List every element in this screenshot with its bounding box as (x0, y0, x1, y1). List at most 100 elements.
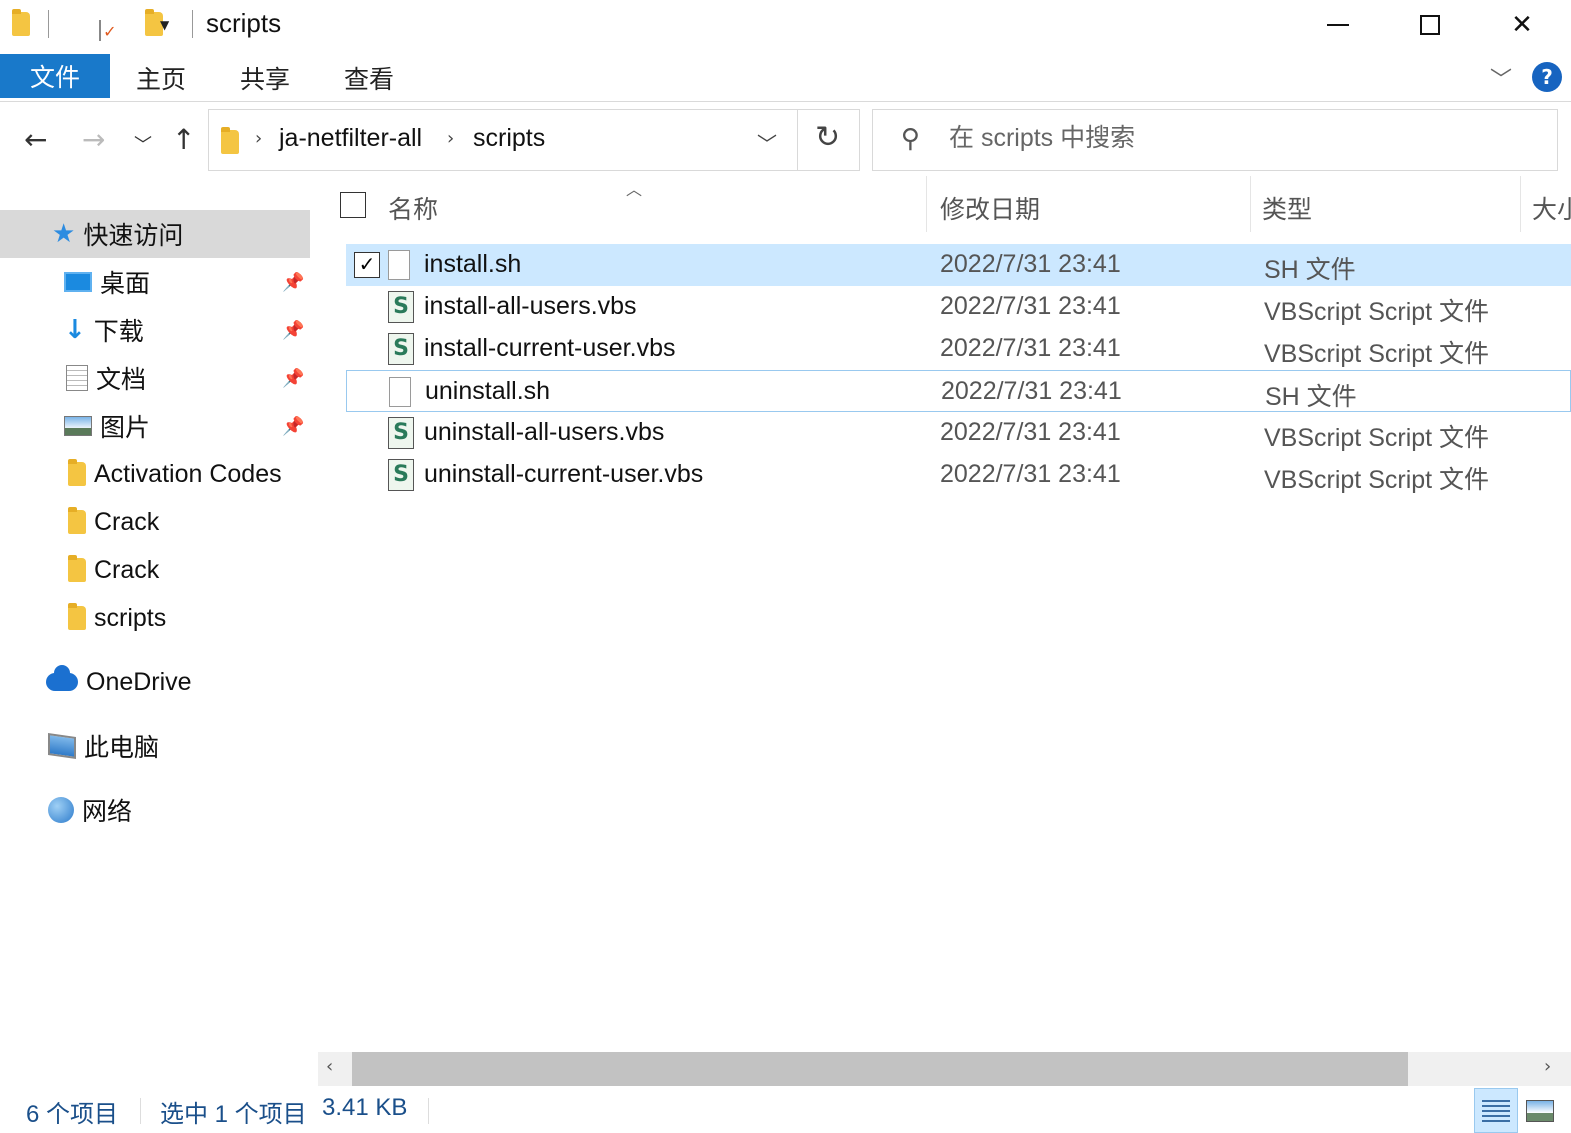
file-name: install-current-user.vbs (424, 334, 676, 362)
address-history-dropdown-icon[interactable]: ﹀ (757, 128, 777, 157)
table-row[interactable]: ✓ install.sh 2022/7/31 23:41 SH 文件 (346, 244, 1571, 286)
star-icon: ★ (52, 219, 76, 249)
column-header-type[interactable]: 类型 (1262, 190, 1312, 226)
navigation-pane: ★ 快速访问 桌面 📌 ↓ 下载 📌 文档 📌 图片 📌 Activation … (0, 176, 314, 1056)
help-button[interactable]: ? (1532, 62, 1562, 92)
search-box[interactable]: ⚲ (872, 109, 1558, 171)
table-row[interactable]: uninstall.sh 2022/7/31 23:41 SH 文件 (346, 370, 1571, 412)
scroll-left-icon[interactable]: ‹ (326, 1056, 333, 1077)
selection-count: 选中 1 个项目 (160, 1101, 307, 1128)
file-date: 2022/7/31 23:41 (940, 334, 1121, 362)
file-type: SH 文件 (1264, 256, 1356, 284)
tab-file[interactable]: 文件 (0, 54, 110, 98)
vbs-icon: S (388, 417, 414, 449)
folder-icon (12, 9, 30, 36)
pin-icon[interactable]: 📌 (282, 416, 304, 437)
scroll-right-icon[interactable]: › (1544, 1056, 1551, 1077)
column-divider[interactable] (926, 176, 927, 232)
column-header-size[interactable]: 大小 (1532, 190, 1571, 226)
sidebar-item-label: OneDrive (86, 667, 192, 696)
breadcrumb-ja-netfilter-all[interactable]: ja-netfilter-all (279, 124, 422, 153)
table-row[interactable]: S install-current-user.vbs 2022/7/31 23:… (346, 328, 1571, 370)
pin-icon[interactable]: 📌 (282, 368, 304, 389)
back-button[interactable]: ← (24, 123, 47, 156)
search-input[interactable] (949, 124, 1509, 153)
sidebar-item-quick-access[interactable]: ★ 快速访问 (0, 210, 310, 258)
close-button[interactable]: ✕ (1476, 0, 1568, 50)
file-type: VBScript Script 文件 (1264, 424, 1490, 452)
scrollbar-thumb[interactable] (352, 1052, 1408, 1086)
divider (428, 1098, 429, 1124)
column-header-name[interactable]: 名称 (388, 190, 438, 226)
forward-button[interactable]: → (82, 123, 105, 156)
details-view-button[interactable] (1474, 1088, 1518, 1133)
pin-icon[interactable]: 📌 (282, 272, 304, 293)
vbs-icon: S (388, 333, 414, 365)
sidebar-item-crack[interactable]: Crack (0, 546, 310, 594)
sidebar-item-desktop[interactable]: 桌面 📌 (0, 258, 310, 306)
sidebar-item-label: Activation Codes (94, 459, 282, 488)
sidebar-item-pictures[interactable]: 图片 📌 (0, 402, 310, 450)
table-row[interactable]: S uninstall-all-users.vbs 2022/7/31 23:4… (346, 412, 1571, 454)
up-button[interactable]: ↑ (172, 123, 195, 156)
file-name: install-all-users.vbs (424, 292, 637, 320)
file-type: VBScript Script 文件 (1264, 340, 1490, 368)
column-divider[interactable] (1520, 176, 1521, 232)
expand-ribbon-icon[interactable]: ﹀ (1490, 62, 1512, 94)
address-bar[interactable]: › ja-netfilter-all › scripts ﹀ ↻ (208, 109, 860, 171)
desktop-icon (64, 272, 92, 292)
sidebar-item-label: 快速访问 (83, 222, 184, 250)
folder-icon (221, 127, 239, 154)
maximize-icon (1420, 15, 1440, 35)
sidebar-item-onedrive[interactable]: OneDrive (0, 658, 310, 706)
properties-icon[interactable] (99, 20, 102, 41)
table-row[interactable]: S install-all-users.vbs 2022/7/31 23:41 … (346, 286, 1571, 328)
sidebar-item-downloads[interactable]: ↓ 下载 📌 (0, 306, 310, 354)
horizontal-scrollbar[interactable]: ‹ › (318, 1052, 1571, 1086)
minimize-button[interactable] (1292, 0, 1384, 50)
tab-home[interactable]: 主页 (136, 60, 186, 96)
search-icon: ⚲ (901, 124, 921, 154)
sidebar-item-label: 文档 (96, 366, 147, 394)
column-divider[interactable] (1250, 176, 1251, 232)
large-icons-view-button[interactable] (1518, 1088, 1562, 1133)
file-date: 2022/7/31 23:41 (941, 377, 1122, 405)
document-icon (66, 365, 88, 391)
maximize-button[interactable] (1384, 0, 1476, 50)
divider (192, 10, 193, 38)
breadcrumb-separator-icon[interactable]: › (447, 128, 454, 149)
table-row[interactable]: S uninstall-current-user.vbs 2022/7/31 2… (346, 454, 1571, 496)
network-icon (48, 797, 74, 823)
folder-icon (68, 555, 86, 582)
sidebar-item-crack[interactable]: Crack (0, 498, 310, 546)
item-count: 6 个项目 (26, 1101, 119, 1128)
tab-view[interactable]: 查看 (344, 60, 394, 96)
sidebar-item-activation-codes[interactable]: Activation Codes (0, 450, 310, 498)
sidebar-item-label: 网络 (82, 798, 133, 826)
sidebar-item-label: Crack (94, 555, 160, 584)
sidebar-item-scripts[interactable]: scripts (0, 594, 310, 642)
refresh-button[interactable]: ↻ (815, 120, 840, 155)
file-type: VBScript Script 文件 (1264, 466, 1490, 494)
file-date: 2022/7/31 23:41 (940, 250, 1121, 278)
divider (797, 110, 798, 170)
sidebar-item-documents[interactable]: 文档 📌 (0, 354, 310, 402)
file-name: uninstall-current-user.vbs (424, 460, 704, 488)
breadcrumb-scripts[interactable]: scripts (473, 124, 545, 153)
row-checkbox[interactable]: ✓ (354, 252, 380, 278)
minimize-icon (1327, 24, 1349, 26)
pin-icon[interactable]: 📌 (282, 320, 304, 341)
divider (140, 1098, 141, 1124)
recent-locations-icon[interactable]: ﹀ (134, 131, 152, 157)
select-all-checkbox[interactable] (340, 192, 366, 218)
sidebar-item-label: 下载 (93, 318, 144, 346)
sidebar-item-network[interactable]: 网络 (0, 786, 310, 834)
file-date: 2022/7/31 23:41 (940, 460, 1121, 488)
file-icon (389, 377, 411, 407)
breadcrumb-separator-icon[interactable]: › (255, 128, 262, 149)
quick-access-dropdown-icon[interactable]: ▼ (160, 18, 169, 32)
download-icon: ↓ (64, 315, 86, 345)
tab-share[interactable]: 共享 (240, 60, 290, 96)
sidebar-item-this-pc[interactable]: 此电脑 (0, 722, 310, 770)
column-header-date[interactable]: 修改日期 (940, 190, 1040, 226)
